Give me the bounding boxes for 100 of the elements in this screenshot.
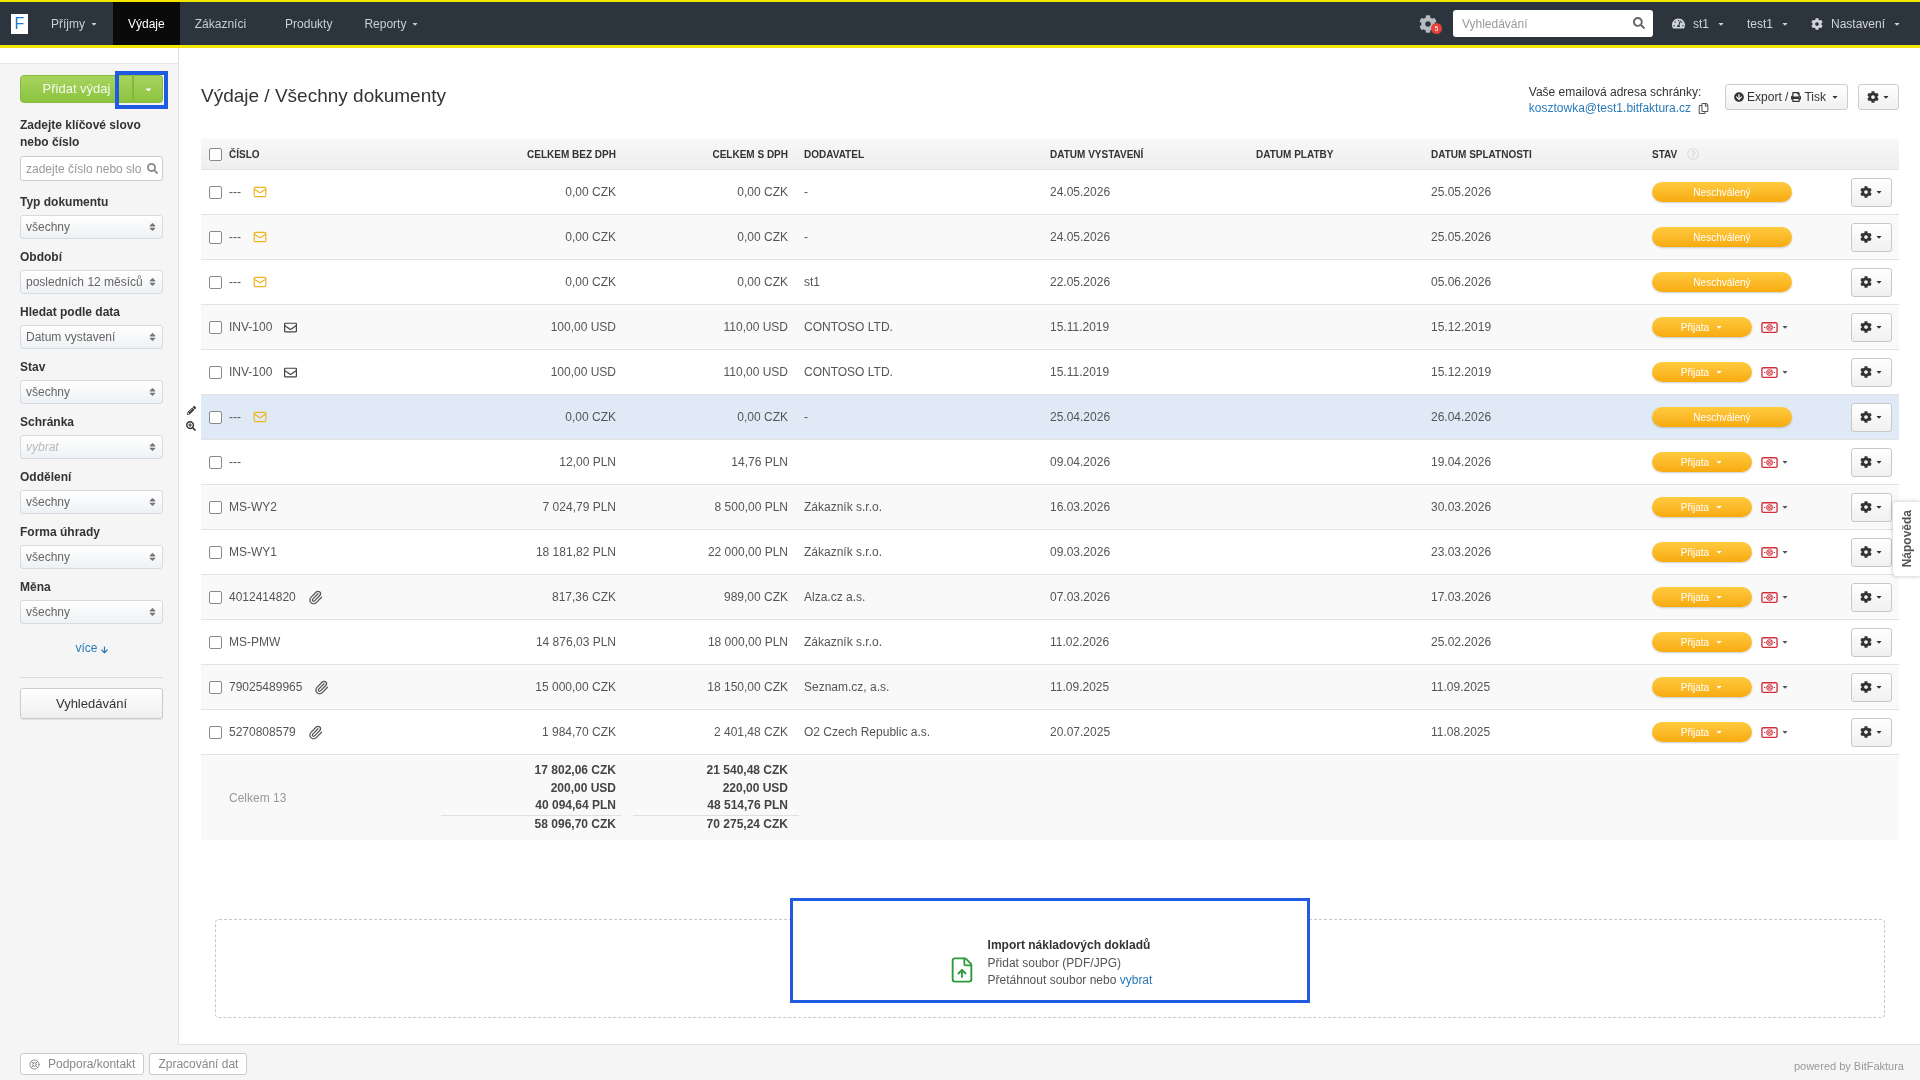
document-number[interactable]: 79025489965: [229, 678, 303, 696]
document-number[interactable]: INV-100: [229, 363, 273, 381]
checkbox[interactable]: [208, 320, 222, 334]
filter-select[interactable]: všechny: [20, 380, 163, 404]
inbox-email-link[interactable]: kosztowka@test1.bitfaktura.cz: [1528, 100, 1692, 116]
checkbox[interactable]: [208, 230, 222, 244]
nav-tab[interactable]: Reporty: [349, 2, 435, 45]
filter-select[interactable]: všechny: [20, 215, 163, 239]
menu-dropdown[interactable]: Nastavení: [1799, 2, 1912, 45]
banknote-x-icon[interactable]: [1761, 456, 1778, 468]
powered-by-text: powered by BitFaktura: [1793, 1059, 1904, 1074]
document-number[interactable]: ---: [229, 453, 241, 471]
sort-arrows-icon: [149, 387, 156, 397]
app-logo[interactable]: F: [11, 13, 28, 34]
checkbox[interactable]: [208, 590, 222, 604]
document-number[interactable]: MS-PMW: [229, 633, 281, 651]
document-number[interactable]: INV-100: [229, 318, 273, 336]
filter-select[interactable]: posledních 12 měsíců: [20, 270, 163, 294]
checkbox[interactable]: [208, 455, 222, 469]
document-number[interactable]: ---: [229, 408, 241, 426]
row-actions-button[interactable]: [1851, 582, 1892, 612]
row-actions-button[interactable]: [1851, 177, 1892, 207]
checkbox[interactable]: [208, 275, 222, 289]
row-actions-button[interactable]: [1851, 402, 1892, 432]
more-filters-link[interactable]: více: [75, 641, 108, 655]
document-number[interactable]: ---: [229, 273, 241, 291]
checkbox[interactable]: [208, 545, 222, 559]
drag-hint: Přetáhnout soubor nebo vybrat: [987, 972, 1153, 989]
nav-tab[interactable]: Výdaje: [113, 2, 180, 45]
settings-menu-button[interactable]: [1858, 84, 1899, 110]
filter-select[interactable]: všechny: [20, 545, 163, 569]
banknote-x-icon[interactable]: [1761, 681, 1778, 693]
row-actions-button[interactable]: [1851, 312, 1892, 342]
checkbox[interactable]: [208, 410, 222, 424]
caret-icon[interactable]: [1781, 503, 1789, 511]
caret-icon[interactable]: [1781, 458, 1789, 466]
document-number[interactable]: MS-WY1: [229, 543, 277, 561]
filter-select[interactable]: Datum vystavení: [20, 325, 163, 349]
document-number[interactable]: 5270808579: [229, 723, 296, 741]
nav-tab[interactable]: Příjmy: [36, 2, 113, 45]
caret-icon[interactable]: [1781, 548, 1789, 556]
checkbox[interactable]: [208, 680, 222, 694]
keyword-input[interactable]: zadejte číslo nebo slo: [20, 156, 163, 181]
caret-icon[interactable]: [1781, 593, 1789, 601]
sort-arrows-icon: [149, 552, 156, 562]
filter-select[interactable]: všechny: [20, 490, 163, 514]
inbox-label: Vaše emailová adresa schránky:: [1528, 84, 1703, 100]
caret-icon[interactable]: [1781, 683, 1789, 691]
banknote-x-icon[interactable]: [1761, 726, 1778, 738]
select-file-link[interactable]: vybrat: [1119, 973, 1153, 987]
row-actions-button[interactable]: [1851, 447, 1892, 477]
nav-tab[interactable]: Zákazníci: [179, 2, 262, 45]
caret-icon[interactable]: [1781, 638, 1789, 646]
net-amount: 817,36 CZK: [551, 590, 616, 604]
help-tab[interactable]: Nápověda: [1893, 502, 1920, 576]
row-actions-button[interactable]: [1851, 222, 1892, 252]
checkbox[interactable]: [208, 635, 222, 649]
sort-arrows-icon: [149, 332, 156, 342]
caret-icon[interactable]: [1781, 728, 1789, 736]
footer-link-button[interactable]: Podpora/kontakt: [20, 1053, 145, 1075]
caret-icon: [1875, 233, 1883, 241]
search-input[interactable]: Vyhledávání: [1452, 10, 1653, 37]
menu-dropdown[interactable]: st1: [1660, 2, 1736, 45]
row-actions-button[interactable]: [1851, 267, 1892, 297]
checkbox[interactable]: [208, 365, 222, 379]
menu-dropdown[interactable]: test1: [1735, 2, 1800, 45]
due-date: 05.06.2026: [1431, 275, 1492, 289]
copy-icon[interactable]: [1698, 102, 1710, 114]
banknote-x-icon[interactable]: [1761, 321, 1778, 333]
search-button[interactable]: Vyhledávání: [20, 688, 163, 719]
banknote-x-icon[interactable]: [1761, 591, 1778, 603]
caret-icon[interactable]: [1781, 323, 1789, 331]
document-number[interactable]: ---: [229, 183, 241, 201]
banknote-x-icon[interactable]: [1761, 546, 1778, 558]
document-number[interactable]: MS-WY2: [229, 498, 277, 516]
caret-icon[interactable]: [1781, 368, 1789, 376]
banknote-x-icon[interactable]: [1761, 366, 1778, 378]
checkbox[interactable]: [208, 185, 222, 199]
row-actions-button[interactable]: [1851, 492, 1892, 522]
checkbox[interactable]: [208, 147, 222, 161]
row-actions-button[interactable]: [1851, 357, 1892, 387]
filter-select[interactable]: všechny: [20, 600, 163, 624]
dropdown-toggle-button[interactable]: [133, 75, 163, 103]
row-actions-button[interactable]: [1851, 537, 1892, 567]
document-number[interactable]: 4012414820: [229, 588, 296, 606]
row-actions-button[interactable]: [1851, 627, 1892, 657]
due-date: 26.04.2026: [1431, 410, 1492, 424]
checkbox[interactable]: [208, 725, 222, 739]
pencil-icon[interactable]: [186, 406, 196, 415]
banknote-x-icon[interactable]: [1761, 636, 1778, 648]
document-number[interactable]: ---: [229, 228, 241, 246]
issue-date: 25.04.2026: [1050, 410, 1111, 424]
row-actions-button[interactable]: [1851, 672, 1892, 702]
row-actions-button[interactable]: [1851, 717, 1892, 747]
export-print-button[interactable]: Export / Tisk: [1725, 84, 1848, 110]
zoom-in-icon[interactable]: [186, 421, 196, 431]
banknote-x-icon[interactable]: [1761, 501, 1778, 513]
nav-tab[interactable]: Produkty: [270, 2, 348, 45]
footer-link-button[interactable]: Zpracování dat: [149, 1053, 248, 1075]
checkbox[interactable]: [208, 500, 222, 514]
